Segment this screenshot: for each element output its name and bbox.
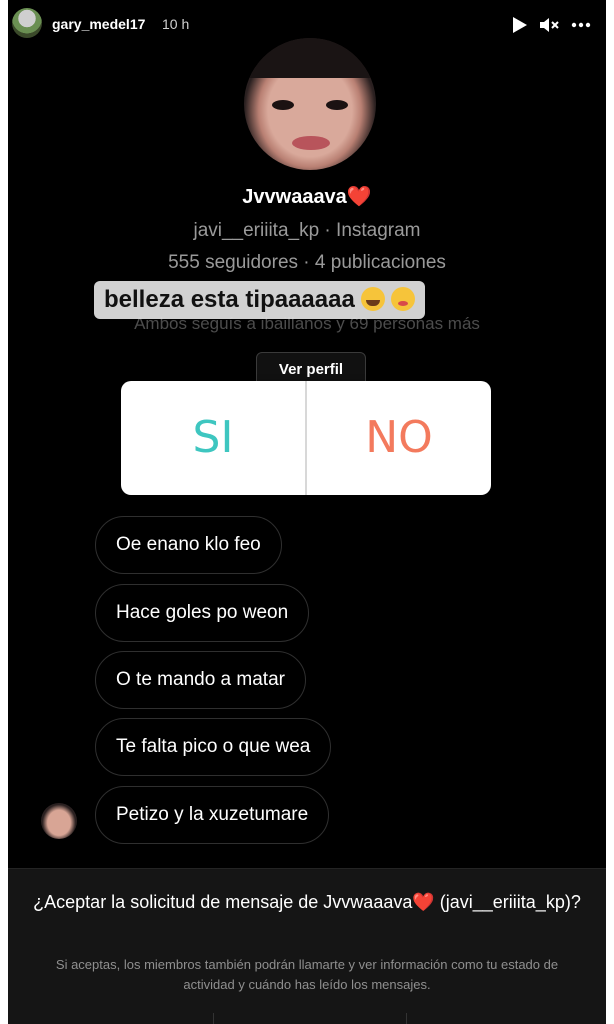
mute-icon[interactable] xyxy=(538,14,560,36)
heart-emoji: ❤️ xyxy=(346,186,372,208)
profile-photo[interactable] xyxy=(244,38,376,170)
poll-option-no[interactable]: NO xyxy=(307,381,491,495)
lips-shape xyxy=(292,136,330,150)
zany-face-icon xyxy=(390,287,415,311)
story-avatar[interactable] xyxy=(12,8,42,38)
action-divider xyxy=(406,1013,407,1024)
profile-name-text: Jvvwaaava xyxy=(242,186,347,208)
request-title: ¿Aceptar la solicitud de mensaje de Jvvw… xyxy=(33,892,581,912)
story-username[interactable]: gary_medel17 xyxy=(52,16,145,32)
message-bubble[interactable]: Te falta pico o que wea xyxy=(95,718,332,776)
hair-shape xyxy=(244,38,376,78)
action-divider xyxy=(213,1013,214,1024)
message-bubble[interactable]: Petizo y la xuzetumare xyxy=(95,786,330,844)
face-with-tears-of-joy-icon xyxy=(360,287,385,311)
poll-option-si[interactable]: SI xyxy=(121,381,305,495)
story-header: gary_medel17 10 h xyxy=(8,6,606,42)
left-eye-shape xyxy=(272,100,294,110)
story-frame: gary_medel17 10 h Jvvwaaava❤️ javi__erii… xyxy=(8,0,606,1024)
story-time: 10 h xyxy=(162,16,190,32)
sender-avatar[interactable] xyxy=(41,803,77,839)
profile-stats: 555 seguidores · 4 publicaciones xyxy=(168,252,446,273)
message-bubble[interactable]: Oe enano klo feo xyxy=(95,516,282,574)
message-bubble[interactable]: O te mando a matar xyxy=(95,651,306,709)
play-icon[interactable] xyxy=(508,14,530,36)
request-info: Si aceptas, los miembros también podrán … xyxy=(55,957,559,992)
story-caption: belleza esta tipaaaaaa xyxy=(94,281,425,319)
message-request-panel: ¿Aceptar la solicitud de mensaje de Jvvw… xyxy=(8,868,606,1024)
poll-sticker: SI NO xyxy=(121,381,491,495)
right-eye-shape xyxy=(326,100,348,110)
more-icon[interactable] xyxy=(570,14,592,36)
profile-name: Jvvwaaava❤️ xyxy=(8,184,606,209)
caption-text: belleza esta tipaaaaaa xyxy=(104,286,355,313)
message-bubble[interactable]: Hace goles po weon xyxy=(95,584,310,642)
profile-handle: javi__eriiita_kp · Instagram xyxy=(193,220,421,241)
